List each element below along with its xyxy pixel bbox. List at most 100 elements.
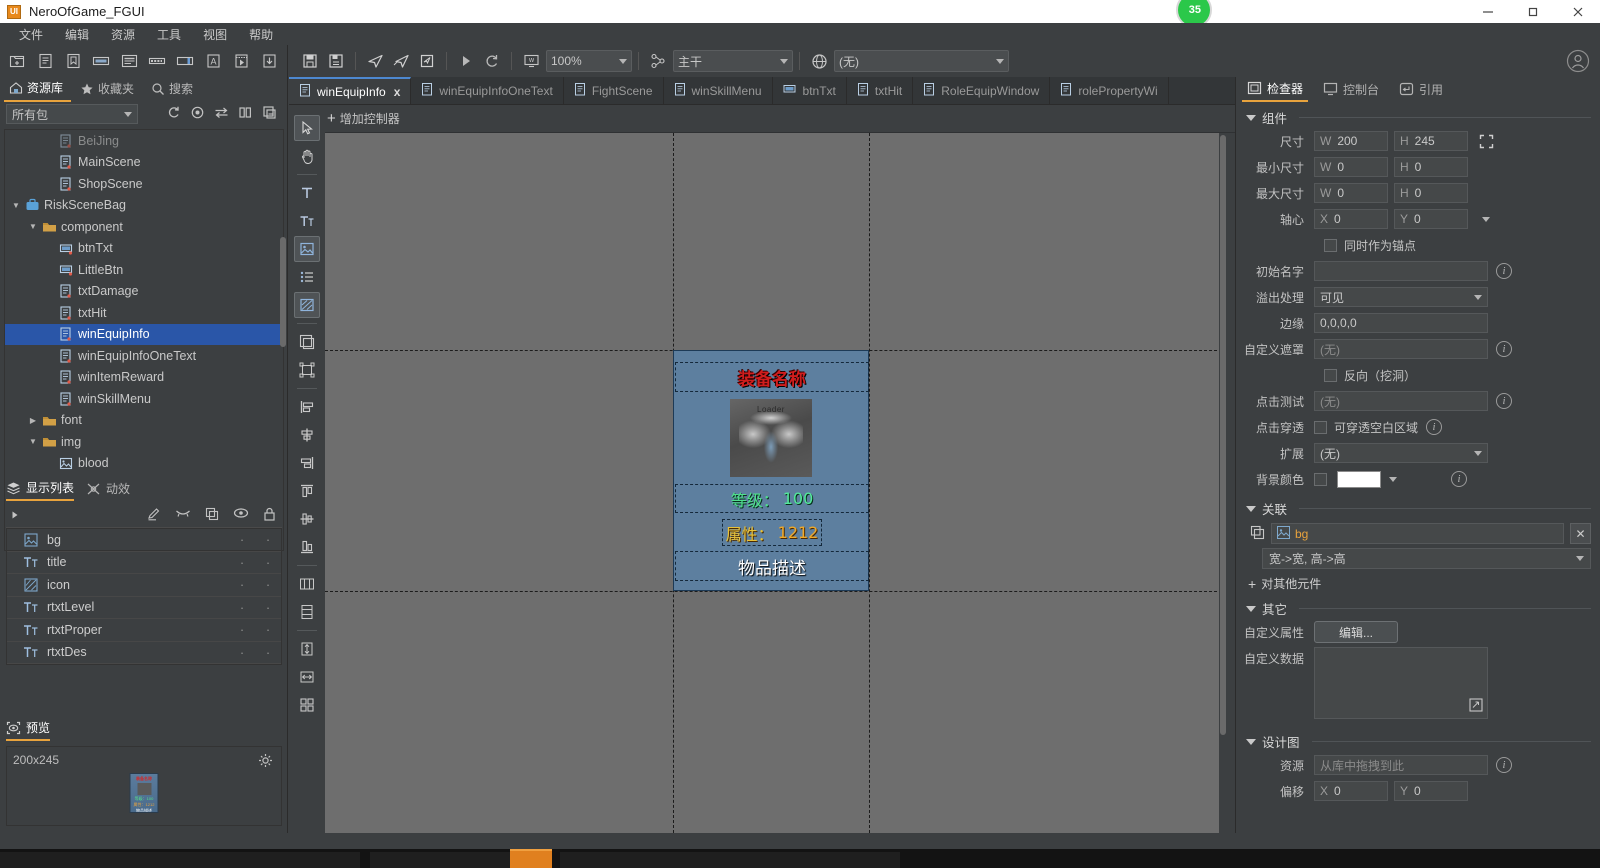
close-button[interactable] (1555, 0, 1600, 23)
tree-node-component[interactable]: ▼ component (5, 216, 283, 238)
edit-icon[interactable] (147, 507, 161, 524)
display-list-item-rtxtLevel[interactable]: rtxtLevel · · (7, 597, 281, 619)
hittest-field[interactable]: (无) (1314, 391, 1488, 411)
new-textinput-icon[interactable] (172, 49, 198, 73)
custom-data-textarea[interactable] (1314, 647, 1488, 719)
relation-remove-button[interactable]: ✕ (1570, 523, 1591, 544)
document-tab-FightScene[interactable]: FightScene (564, 77, 664, 104)
locate-icon[interactable] (190, 105, 205, 123)
save-all-icon[interactable] (323, 49, 349, 73)
tree-node-blood[interactable]: blood (5, 453, 283, 475)
split-view-icon[interactable] (238, 105, 253, 123)
tree-collapse-arrow-icon[interactable]: ▼ (26, 437, 40, 446)
close-tab-icon[interactable]: x (394, 85, 401, 99)
expand-editor-icon[interactable] (1469, 698, 1483, 715)
tab-preview[interactable]: 预览 (6, 719, 51, 741)
info-icon[interactable]: i (1496, 263, 1512, 279)
size-height-field[interactable]: H 245 (1394, 131, 1468, 151)
relation-icon[interactable] (1250, 525, 1265, 543)
tab-reference[interactable]: 引用 (1394, 79, 1448, 101)
tree-node-winSkillMenu[interactable]: winSkillMenu (5, 388, 283, 410)
globe-icon[interactable] (806, 49, 832, 73)
display-list-item-bg[interactable]: bg · · (7, 529, 281, 552)
display-list-item-rtxtProper[interactable]: rtxtProper · · (7, 619, 281, 642)
design-offset-y-field[interactable]: Y 0 (1394, 781, 1468, 801)
min-width-field[interactable]: W 0 (1314, 157, 1388, 177)
tab-library[interactable]: 资源库 (4, 76, 72, 102)
lock-toggle[interactable]: · (255, 622, 281, 637)
tree-node-MainScene[interactable]: MainScene (5, 152, 283, 174)
document-tab-winEquipInfoOneText[interactable]: winEquipInfoOneText (411, 77, 564, 104)
branch-icon[interactable] (645, 49, 671, 73)
max-width-field[interactable]: W 0 (1314, 183, 1388, 203)
extend-select[interactable]: (无) (1314, 443, 1488, 463)
document-tab-btnTxt[interactable]: btnTxt (773, 77, 847, 104)
new-list-icon[interactable] (116, 49, 142, 73)
text-tool-icon[interactable] (294, 180, 320, 206)
bgcolor-swatch[interactable] (1337, 470, 1381, 488)
lock-toggle[interactable]: · (255, 532, 281, 547)
info-icon[interactable]: i (1426, 419, 1443, 435)
document-tab-rolePropertyWi[interactable]: rolePropertyWi (1050, 77, 1169, 104)
add-relation-row[interactable]: + 对其他元件 (1236, 569, 1600, 594)
tree-expand-arrow-icon[interactable]: ▶ (26, 416, 40, 425)
design-canvas[interactable]: 装备名称 Loader 等级： 100 属性： 1212 物品描述 (325, 133, 1227, 833)
relation-target-field[interactable]: bg (1271, 523, 1564, 544)
grid-layout-icon[interactable] (294, 692, 320, 718)
pivot-y-field[interactable]: Y 0 (1394, 209, 1468, 229)
lock-toggle[interactable]: · (255, 555, 281, 570)
menu-view[interactable]: 视图 (192, 23, 238, 46)
section-relation-header[interactable]: 关联 (1236, 494, 1600, 521)
lock-icon[interactable] (263, 507, 276, 524)
taskbar-item-3[interactable] (560, 852, 900, 868)
image-tool-icon[interactable] (294, 236, 320, 262)
display-list-item-title[interactable]: title · · (7, 552, 281, 574)
import-icon[interactable] (256, 49, 282, 73)
size-width-field[interactable]: W 200 (1314, 131, 1388, 151)
group-icon[interactable] (205, 507, 219, 524)
section-design-header[interactable]: 设计图 (1236, 727, 1600, 754)
mask-field[interactable]: (无) (1314, 339, 1488, 359)
tab-display-list[interactable]: 显示列表 (6, 479, 75, 501)
expand-all-icon[interactable] (10, 509, 20, 523)
canvas-vertical-scrollbar[interactable] (1219, 133, 1227, 833)
gear-icon[interactable] (258, 753, 273, 771)
package-filter-select[interactable]: 所有包 (6, 104, 138, 124)
tree-node-RiskSceneBag[interactable]: ▼ RiskSceneBag (5, 195, 283, 217)
visibility-toggle[interactable]: · (229, 622, 255, 637)
tree-scrollbar[interactable] (280, 237, 286, 347)
section-component-header[interactable]: 组件 (1236, 103, 1600, 130)
select-tool-icon[interactable] (294, 115, 320, 141)
fit-size-icon[interactable] (1476, 131, 1496, 151)
zoom-level-select[interactable]: 100% (546, 50, 632, 72)
tree-node-LittleBtn[interactable]: LittleBtn (5, 259, 283, 281)
tree-node-winEquipInfo[interactable]: winEquipInfo (5, 323, 283, 345)
tree-node-ShopScene[interactable]: ShopScene (5, 173, 283, 195)
visibility-toggle[interactable]: · (229, 577, 255, 592)
tree-node-font[interactable]: ▶ font (5, 410, 283, 432)
align-top-icon[interactable] (294, 478, 320, 504)
distribute-h-icon[interactable] (294, 571, 320, 597)
list-tool-icon[interactable] (294, 264, 320, 290)
add-controller-button[interactable]: 增加控制器 (340, 110, 400, 127)
tab-animation[interactable]: 动效 (86, 480, 130, 500)
visibility-toggle[interactable]: · (229, 555, 255, 570)
document-tab-txtHit[interactable]: txtHit (847, 77, 914, 104)
collapse-icon[interactable] (262, 105, 277, 123)
new-movieclip-icon[interactable] (228, 49, 254, 73)
design-resource-field[interactable]: 从库中拖拽到此 (1314, 755, 1488, 775)
min-height-field[interactable]: H 0 (1394, 157, 1468, 177)
anchor-checkbox[interactable] (1324, 238, 1337, 252)
canvas-scroll-thumb[interactable] (1220, 135, 1226, 735)
pivot-x-field[interactable]: X 0 (1314, 209, 1388, 229)
display-list-item-icon[interactable]: icon · · (7, 574, 281, 597)
menu-resource[interactable]: 资源 (100, 23, 146, 46)
minimize-button[interactable] (1465, 0, 1510, 23)
tree-node-btnTxt[interactable]: btnTxt (5, 238, 283, 260)
hit-through-checkbox[interactable] (1314, 420, 1327, 434)
tree-node-txtHit[interactable]: txtHit (5, 302, 283, 324)
section-other-header[interactable]: 其它 (1236, 594, 1600, 621)
lock-toggle[interactable]: · (255, 600, 281, 615)
tree-node-img[interactable]: ▼ img (5, 431, 283, 453)
hide-icon[interactable] (175, 507, 191, 524)
